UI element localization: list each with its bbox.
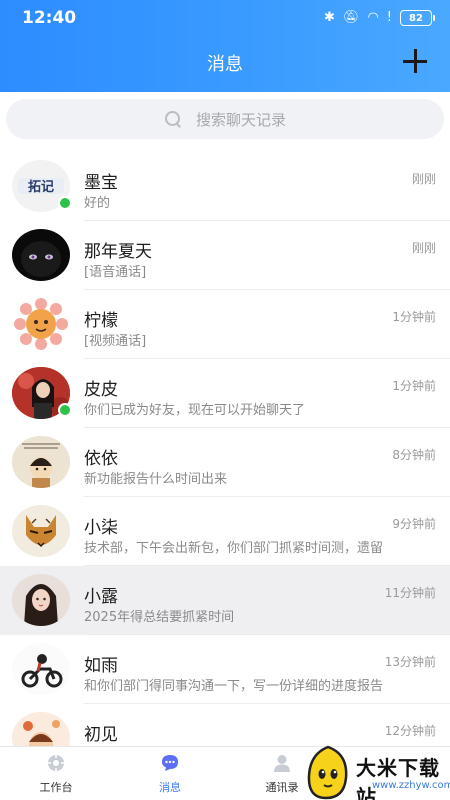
message-time: 刚刚: [411, 172, 436, 186]
message-time: 刚刚: [411, 241, 436, 255]
page-title: 消息: [207, 54, 243, 75]
conversation-item[interactable]: 柠檬 1分钟前 [视频通话]: [0, 290, 450, 359]
avatar[interactable]: [12, 229, 70, 281]
conversation-item[interactable]: 如雨 13分钟前 和你们部门得同事沟通一下，写一份详细的进度报告: [0, 635, 450, 704]
tab-label: 工作台: [39, 781, 73, 794]
avatar[interactable]: 拓记: [12, 160, 72, 212]
wifi-icon: ◠: [367, 10, 379, 25]
conversation-list: 拓记 墨宝 刚刚 好的 那年夏天 刚刚 [语音通话] 柠檬 1分钟前 [视频通话…: [0, 152, 450, 746]
contact-name: 依依: [84, 449, 118, 469]
status-time: 12:40: [22, 8, 77, 28]
conversation-item[interactable]: 拓记 墨宝 刚刚 好的: [0, 152, 450, 221]
watermark-logo: 大米下载站 www.zzhyw.com: [300, 742, 450, 800]
message-preview: [语音通话]: [84, 265, 147, 280]
message-preview: [视频通话]: [84, 334, 147, 349]
conversation-item[interactable]: 初见 12分钟前: [0, 704, 450, 746]
workbench-icon: [48, 755, 64, 771]
conversation-item[interactable]: 小露 11分钟前 2025年得总结要抓紧时间: [0, 566, 450, 635]
contact-name: 小露: [84, 587, 118, 607]
message-time: 9分钟前: [392, 517, 436, 531]
contact-name: 墨宝: [84, 173, 118, 193]
message-preview: 技术部，下午会出新包，你们部门抓紧时间测，遗留: [84, 541, 384, 556]
message-time: 13分钟前: [384, 655, 436, 669]
avatar[interactable]: [12, 298, 70, 350]
watermark-text: 大米下载站: [356, 756, 440, 800]
tab-workbench[interactable]: 工作台: [16, 753, 96, 795]
avatar[interactable]: [12, 436, 70, 488]
conversation-item[interactable]: 依依 8分钟前 新功能报告什么时间出来: [0, 428, 450, 497]
search-icon: [164, 110, 182, 128]
online-status-dot: [58, 196, 72, 210]
tab-messages[interactable]: 消息: [130, 753, 210, 795]
online-status-dot: [58, 403, 72, 417]
status-icons: ✱ 🔕︎ ◠ ! 82: [324, 9, 435, 27]
mute-icon: 🔕︎: [342, 10, 360, 25]
bluetooth-icon: ✱: [324, 10, 335, 25]
chat-icon: [162, 755, 178, 771]
message-preview: 新功能报告什么时间出来: [84, 472, 228, 487]
watermark-url: www.zzhyw.com: [372, 780, 450, 791]
message-time: 1分钟前: [392, 310, 436, 324]
contact-name: 皮皮: [84, 380, 118, 400]
conversation-item[interactable]: 皮皮 1分钟前 你们已成为好友，现在可以开始聊天了: [0, 359, 450, 428]
message-preview: 和你们部门得同事沟通一下，写一份详细的进度报告: [84, 679, 384, 694]
avatar[interactable]: [12, 574, 70, 626]
status-bar: 12:40 ✱ 🔕︎ ◠ ! 82: [0, 0, 450, 36]
add-icon[interactable]: [402, 48, 428, 74]
contact-name: 初见: [84, 725, 118, 745]
avatar[interactable]: [12, 712, 70, 746]
search-input[interactable]: 搜索聊天记录: [6, 99, 444, 139]
avatar[interactable]: [12, 643, 70, 695]
message-time: 1分钟前: [392, 379, 436, 393]
contact-name: 小柒: [84, 518, 118, 538]
contact-name: 柠檬: [84, 311, 118, 331]
search-area: 搜索聊天记录: [0, 92, 450, 152]
message-time: 11分钟前: [384, 586, 436, 600]
conversation-item[interactable]: 那年夏天 刚刚 [语音通话]: [0, 221, 450, 290]
avatar[interactable]: [12, 367, 72, 419]
battery-icon: 82: [400, 10, 435, 26]
avatar[interactable]: [12, 505, 70, 557]
avatar-logo-text: 拓记: [28, 179, 54, 195]
message-time: 12分钟前: [384, 724, 436, 738]
contacts-icon: [274, 755, 290, 772]
mascot-icon: [307, 745, 348, 800]
message-time: 8分钟前: [392, 448, 436, 462]
alert-icon: !: [386, 10, 392, 25]
tab-label: 消息: [159, 781, 181, 794]
app-header: 12:40 ✱ 🔕︎ ◠ ! 82 消息: [0, 0, 450, 92]
message-preview: 你们已成为好友，现在可以开始聊天了: [84, 403, 306, 418]
contact-name: 那年夏天: [84, 242, 152, 262]
message-preview: 2025年得总结要抓紧时间: [84, 610, 235, 625]
search-placeholder: 搜索聊天记录: [195, 110, 286, 129]
contact-name: 如雨: [84, 656, 118, 676]
conversation-item[interactable]: 小柒 9分钟前 技术部，下午会出新包，你们部门抓紧时间测，遗留: [0, 497, 450, 566]
message-preview: 好的: [84, 196, 111, 211]
